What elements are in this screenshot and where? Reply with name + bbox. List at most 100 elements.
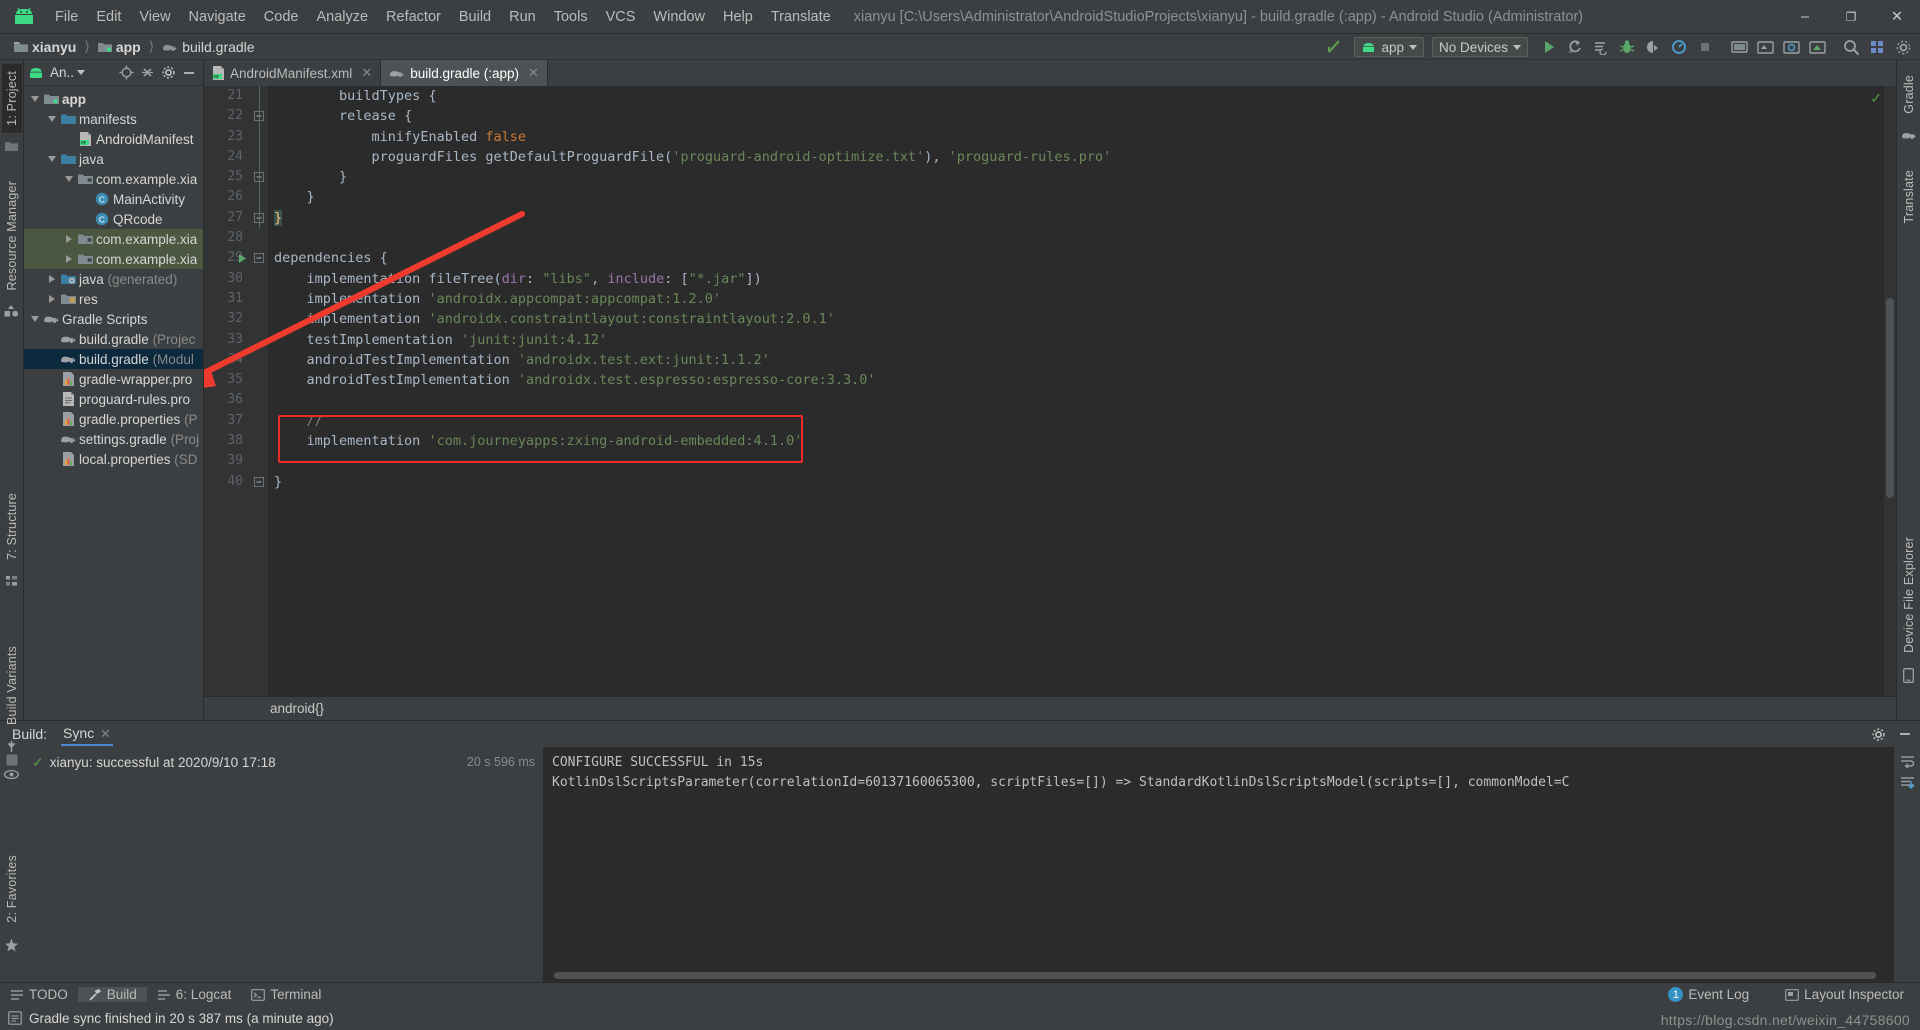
hide-icon[interactable]: [182, 66, 196, 80]
code-line[interactable]: [274, 451, 1896, 471]
menu-window[interactable]: Window: [644, 6, 714, 28]
status-item-build[interactable]: Build: [78, 987, 147, 1002]
fold-marker[interactable]: [250, 451, 268, 471]
code-line[interactable]: [274, 390, 1896, 410]
tree-node[interactable]: CMainActivity: [24, 189, 203, 209]
run-icon[interactable]: [1538, 36, 1560, 58]
fold-marker[interactable]: [250, 289, 268, 309]
tree-node[interactable]: manifests: [24, 109, 203, 129]
menu-code[interactable]: Code: [255, 6, 308, 28]
project-tree[interactable]: appmanifestsMFAndroidManifestjavacom.exa…: [24, 86, 203, 720]
code-line[interactable]: }: [274, 208, 1896, 228]
scrollbar-thumb[interactable]: [1886, 298, 1894, 498]
tree-node[interactable]: gradle.properties (P: [24, 409, 203, 429]
sidebar-item-device-file-explorer[interactable]: Device File Explorer: [1899, 530, 1919, 660]
tree-node[interactable]: com.example.xia: [24, 249, 203, 269]
tree-toggle-down-icon[interactable]: [45, 156, 59, 162]
tree-node[interactable]: com.example.xia: [24, 169, 203, 189]
fold-marker[interactable]: [250, 269, 268, 289]
module-selector[interactable]: app: [1354, 37, 1424, 57]
menu-build[interactable]: Build: [450, 6, 500, 28]
code-line[interactable]: }: [274, 167, 1896, 187]
code-line[interactable]: implementation fileTree(dir: "libs", inc…: [274, 269, 1896, 289]
menu-analyze[interactable]: Analyze: [307, 6, 377, 28]
sidebar-item-gradle[interactable]: Gradle: [1899, 68, 1919, 121]
minimize-button[interactable]: –: [1782, 0, 1828, 34]
tree-node[interactable]: java (generated): [24, 269, 203, 289]
sidebar-item-build-variants[interactable]: Build Variants: [2, 639, 22, 732]
device-file-explorer-icon[interactable]: [1806, 36, 1828, 58]
fold-marker[interactable]: [250, 390, 268, 410]
code-line[interactable]: implementation 'androidx.appcompat:appco…: [274, 289, 1896, 309]
status-item-logcat[interactable]: 6: Logcat: [147, 987, 242, 1002]
search-icon[interactable]: [1840, 36, 1862, 58]
tree-toggle-down-icon[interactable]: [28, 316, 42, 322]
tree-node[interactable]: gradle-wrapper.pro: [24, 369, 203, 389]
gradle-elephant-icon[interactable]: [1901, 129, 1916, 141]
star-icon[interactable]: [4, 938, 19, 953]
sidebar-item-structure[interactable]: 7: Structure: [2, 486, 22, 567]
sidebar-item-project[interactable]: 1: Project: [2, 64, 22, 133]
code-line[interactable]: testImplementation 'junit:junit:4.12': [274, 330, 1896, 350]
tree-toggle-down-icon[interactable]: [45, 116, 59, 122]
fold-marker[interactable]: [250, 228, 268, 248]
code-line[interactable]: implementation 'com.journeyapps:zxing-an…: [274, 431, 1896, 451]
menu-refactor[interactable]: Refactor: [377, 6, 450, 28]
code-line[interactable]: androidTestImplementation 'androidx.test…: [274, 370, 1896, 390]
tree-toggle-down-icon[interactable]: [62, 176, 76, 182]
project-files-icon[interactable]: [5, 141, 18, 152]
menu-help[interactable]: Help: [714, 6, 762, 28]
rerun-icon[interactable]: A: [1564, 36, 1586, 58]
menu-tools[interactable]: Tools: [545, 6, 597, 28]
sidebar-item-resource-manager[interactable]: Resource Manager: [2, 174, 22, 298]
tree-node[interactable]: MFAndroidManifest: [24, 129, 203, 149]
layout-inspector-icon[interactable]: [1780, 36, 1802, 58]
menu-view[interactable]: View: [130, 6, 179, 28]
build-tab-sync[interactable]: Sync ✕: [61, 722, 113, 746]
breadcrumb-item-module[interactable]: app: [94, 38, 145, 56]
build-tab-close-icon[interactable]: ✕: [100, 726, 110, 741]
locate-icon[interactable]: [119, 65, 134, 80]
structure-icon[interactable]: [6, 575, 18, 587]
device-selector[interactable]: No Devices: [1432, 37, 1528, 57]
avd-manager-icon[interactable]: [1728, 36, 1750, 58]
code-line[interactable]: }: [274, 187, 1896, 207]
build-result-row[interactable]: ✓ xianyu: successful at 2020/9/10 17:18 …: [24, 751, 543, 773]
project-structure-icon[interactable]: [1866, 36, 1888, 58]
tree-toggle-right-icon[interactable]: [45, 295, 59, 303]
profile-icon[interactable]: [1668, 36, 1690, 58]
device-icon[interactable]: [1903, 668, 1914, 683]
stop-icon[interactable]: [1694, 36, 1716, 58]
fold-marker[interactable]: [250, 431, 268, 451]
breadcrumb-item-file[interactable]: build.gradle: [158, 38, 258, 56]
collapse-all-icon[interactable]: [140, 65, 155, 80]
menu-translate[interactable]: Translate: [762, 6, 840, 28]
resource-shapes-icon[interactable]: [4, 305, 19, 318]
maximize-button[interactable]: ❐: [1828, 0, 1874, 34]
soft-wrap-icon[interactable]: [1900, 755, 1915, 768]
code-line[interactable]: implementation 'androidx.constraintlayou…: [274, 309, 1896, 329]
fold-marker[interactable]: [250, 411, 268, 431]
sidebar-item-favorites[interactable]: 2: Favorites: [2, 848, 22, 930]
menu-edit[interactable]: Edit: [87, 6, 130, 28]
tree-toggle-right-icon[interactable]: [45, 275, 59, 283]
scroll-to-end-icon[interactable]: [1900, 776, 1915, 790]
fold-marker[interactable]: [250, 472, 268, 492]
code-line[interactable]: buildTypes {: [274, 86, 1896, 106]
inspection-status-icon[interactable]: ✓: [1870, 90, 1882, 107]
tree-node[interactable]: CQRcode: [24, 209, 203, 229]
menu-file[interactable]: File: [46, 6, 87, 28]
close-button[interactable]: ✕: [1874, 0, 1920, 34]
menu-vcs[interactable]: VCS: [597, 6, 645, 28]
tree-node[interactable]: build.gradle (Modul: [24, 349, 203, 369]
tree-node[interactable]: local.properties (SD: [24, 449, 203, 469]
code-line[interactable]: dependencies {: [274, 248, 1896, 268]
build-output-console[interactable]: CONFIGURE SUCCESSFUL in 15sKotlinDslScri…: [544, 747, 1894, 982]
project-view-selector[interactable]: An..: [50, 65, 85, 80]
eye-icon[interactable]: [4, 769, 19, 780]
sdk-manager-icon[interactable]: [1754, 36, 1776, 58]
code-editor[interactable]: 2122232425262728293031323334353637383940…: [204, 86, 1896, 696]
tree-toggle-right-icon[interactable]: [62, 255, 76, 263]
menu-run[interactable]: Run: [500, 6, 545, 28]
fold-marker[interactable]: [250, 248, 268, 268]
